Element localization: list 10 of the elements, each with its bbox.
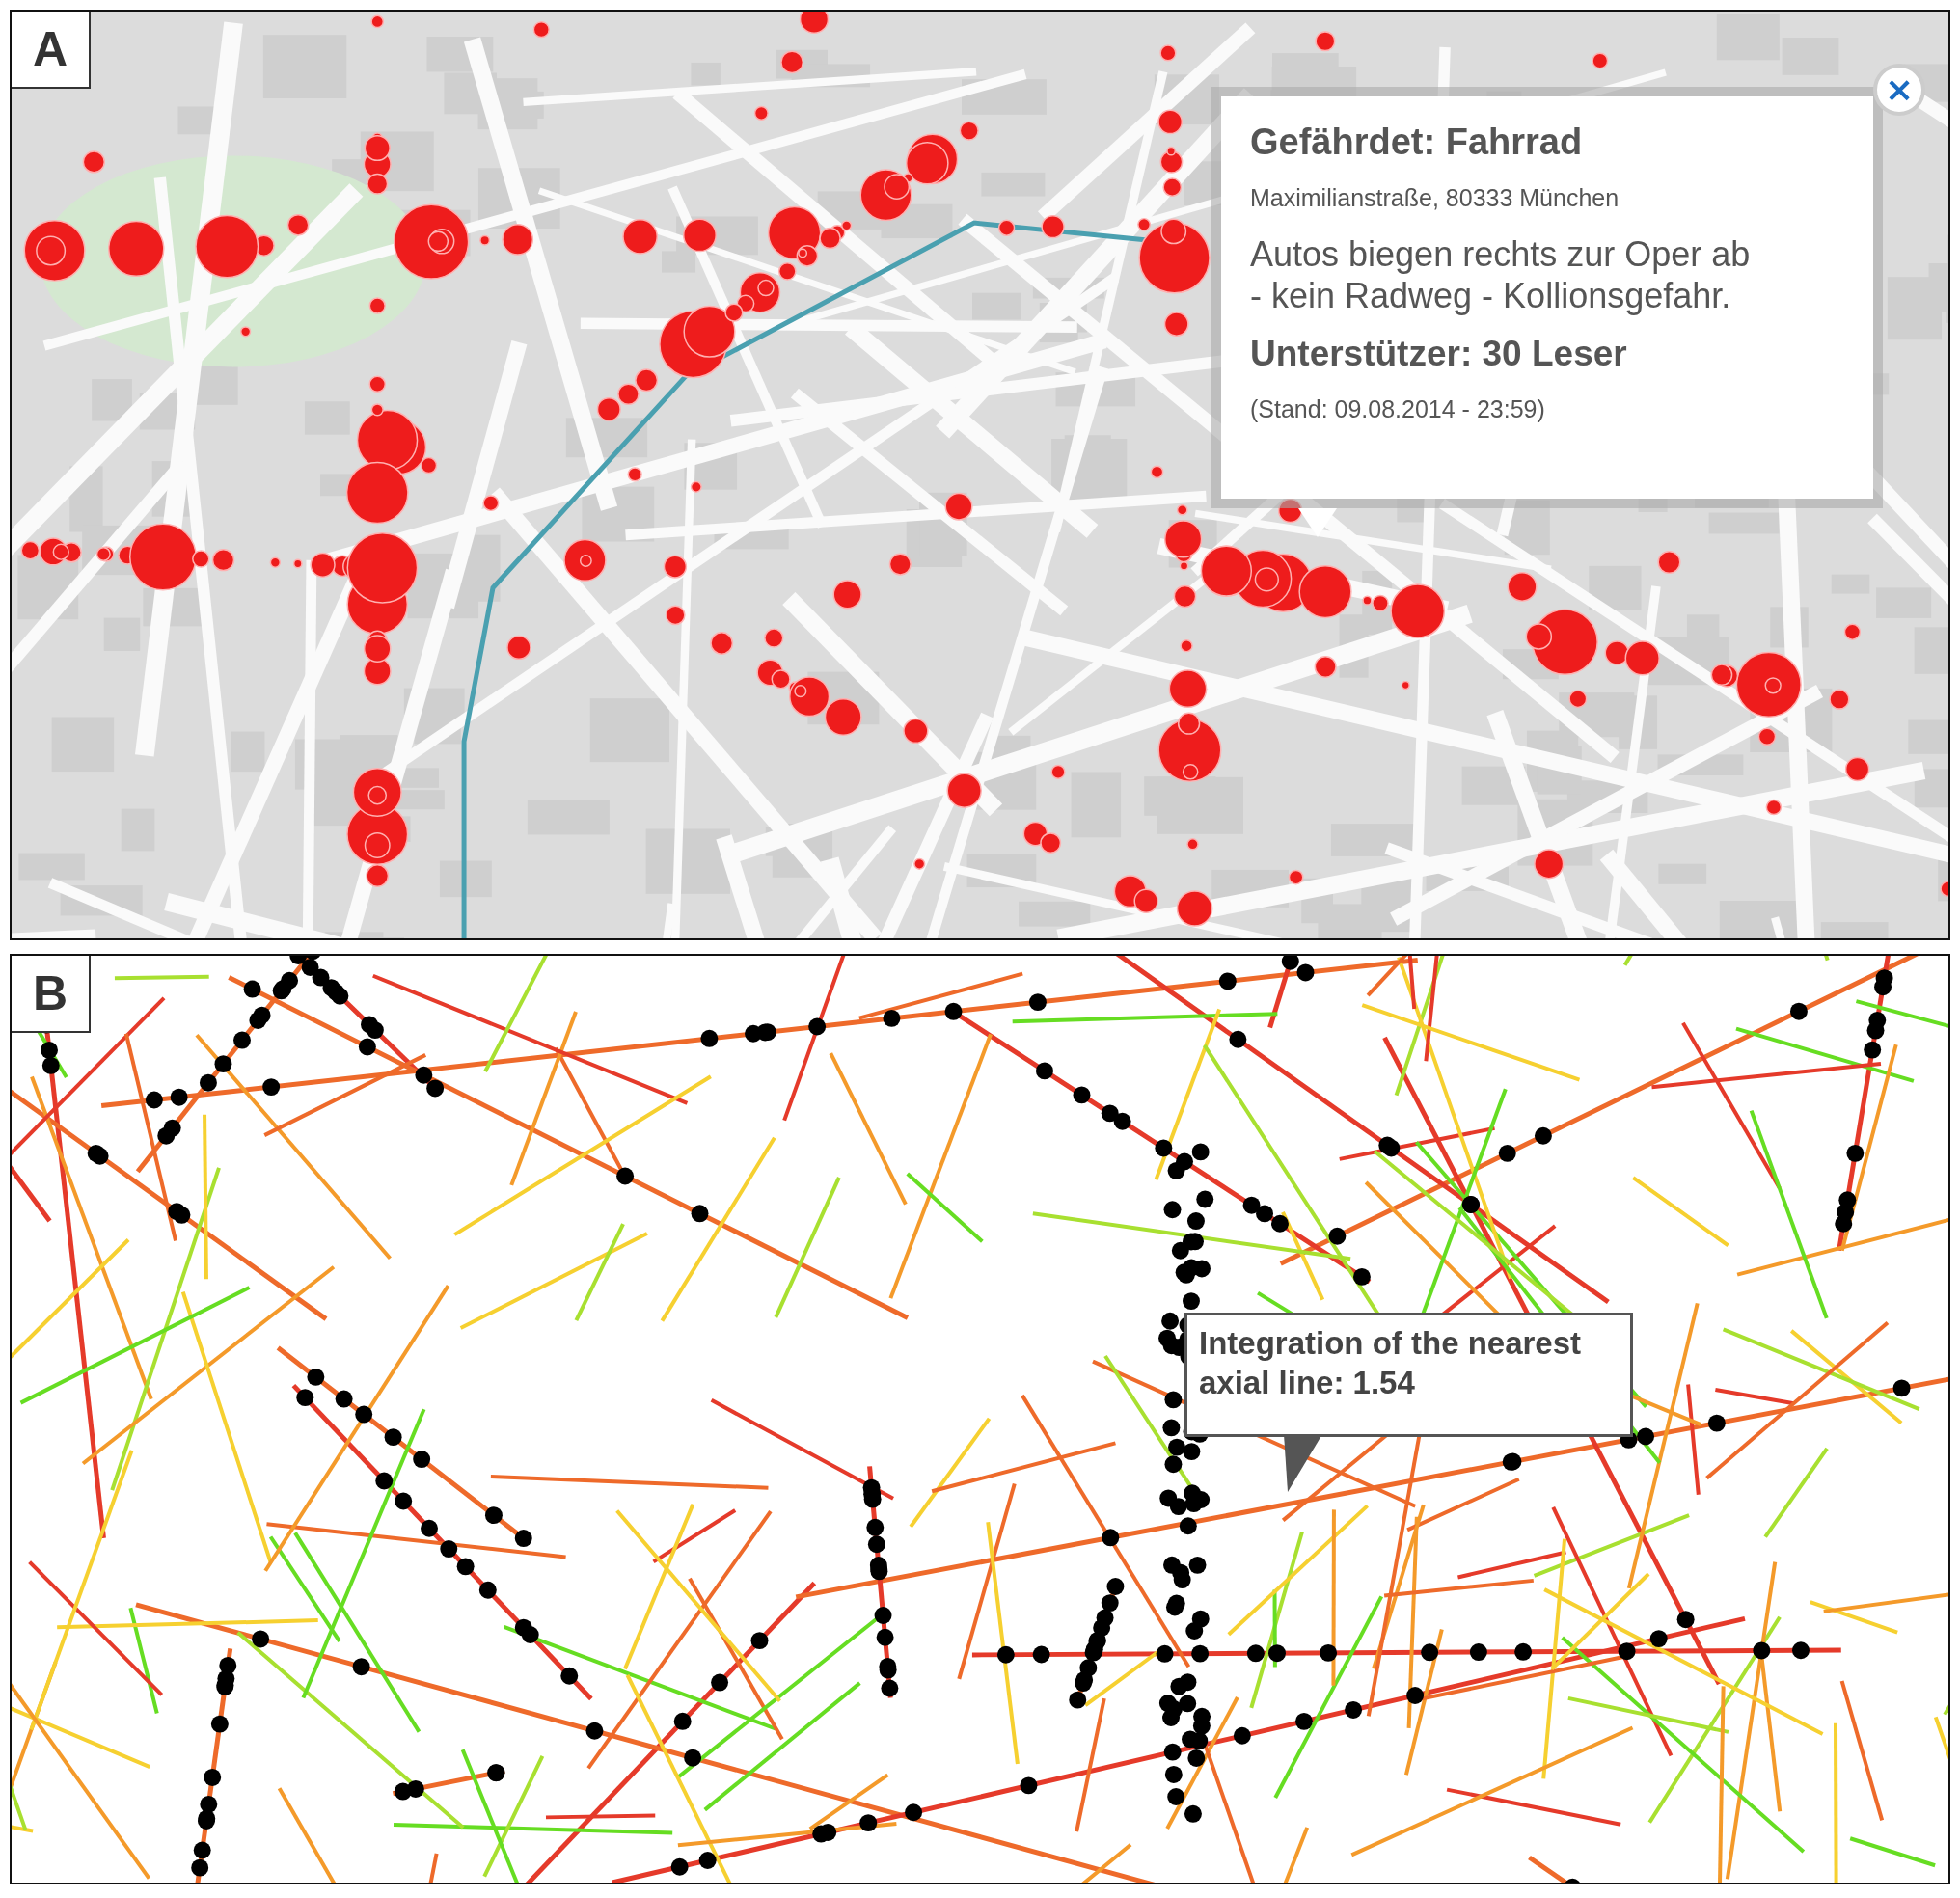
description-text: Autos biegen rechts zur Oper ab (1250, 233, 1752, 276)
tooltip-text: Integration of the nearest (1199, 1324, 1583, 1363)
address-text: Maximilianstraße, 80333 München (1250, 184, 1620, 212)
panel-label: B (12, 956, 91, 1033)
timestamp-text: (Stand: 09.08.2014 - 23:59) (1250, 395, 1546, 424)
supporters-text: Unterstützer: 30 Leser (1250, 334, 1628, 375)
tooltip-text: axial line: 1.54 (1199, 1364, 1416, 1403)
description-text: - kein Radweg - Kollionsgefahr. (1250, 275, 1732, 317)
panel-label: A (12, 12, 91, 89)
popup-title: Gefährdet: Fahrrad (1250, 122, 1584, 163)
